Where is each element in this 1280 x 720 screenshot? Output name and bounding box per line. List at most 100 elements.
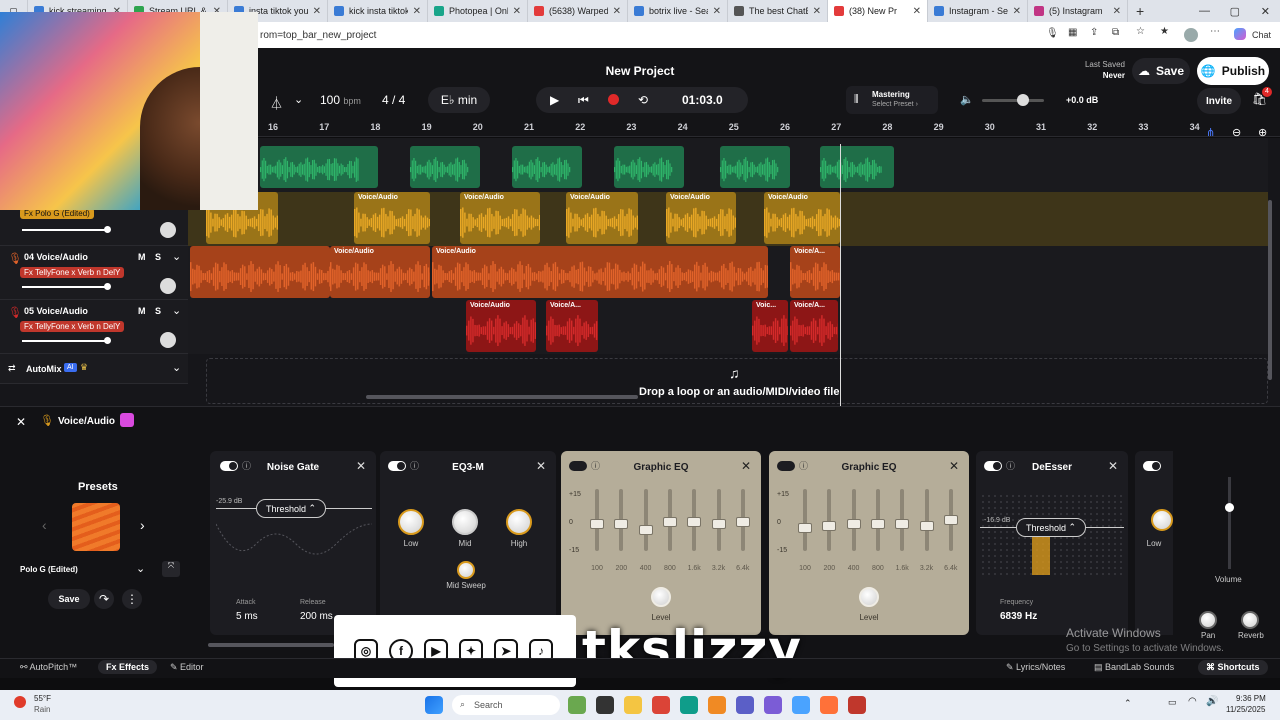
autopitch-tab[interactable]: ⚯ AutoPitch™ bbox=[20, 662, 77, 673]
audio-clip[interactable]: Voice/A... bbox=[790, 246, 840, 298]
folder-icon[interactable] bbox=[624, 696, 642, 714]
clock-time[interactable]: 9:36 PM bbox=[1236, 694, 1266, 703]
audio-clip[interactable] bbox=[720, 146, 790, 188]
bpm-field[interactable]: 100 bpm bbox=[320, 93, 361, 107]
audio-clip[interactable]: Voice/Audio bbox=[764, 192, 840, 244]
eq-band-slider[interactable] bbox=[870, 489, 885, 551]
audio-clip[interactable] bbox=[614, 146, 684, 188]
eq-band-slider[interactable] bbox=[798, 489, 812, 551]
save-preset-button[interactable]: Save bbox=[48, 589, 90, 609]
more-options-icon[interactable]: ⋮ bbox=[122, 589, 142, 609]
taskbar-search[interactable]: ⌕ Search bbox=[452, 695, 560, 715]
level-knob[interactable] bbox=[859, 587, 879, 607]
high-knob[interactable] bbox=[506, 509, 532, 535]
wifi-icon[interactable]: ◠ bbox=[1188, 696, 1197, 707]
frequency-band[interactable] bbox=[1032, 533, 1050, 575]
prev-preset-icon[interactable]: ‹ bbox=[42, 517, 47, 533]
lyrics-tab[interactable]: ✎ Lyrics/Notes bbox=[1006, 662, 1065, 673]
track-fx-tag[interactable]: Fx TellyFone x Verb n DelY bbox=[20, 267, 125, 278]
teams-icon[interactable] bbox=[736, 696, 754, 714]
record-button[interactable] bbox=[608, 94, 619, 105]
star-icon[interactable]: ☆ bbox=[1136, 26, 1145, 37]
url-field[interactable]: rom=top_bar_new_project bbox=[260, 30, 376, 41]
effects-scrollbar[interactable] bbox=[208, 643, 334, 647]
fx-bypass-icon[interactable]: ⤧ bbox=[162, 561, 180, 577]
close-window-icon[interactable]: ✕ bbox=[1261, 5, 1270, 18]
close-icon[interactable]: ✕ bbox=[949, 459, 959, 473]
attack-value[interactable]: 5 ms bbox=[236, 611, 258, 622]
effects-tab[interactable]: Fx Effects bbox=[98, 660, 158, 674]
chevron-down-icon[interactable]: ⌄ bbox=[136, 562, 145, 575]
audio-clip[interactable] bbox=[190, 246, 330, 298]
audio-clip[interactable]: Voice/Audio bbox=[330, 246, 430, 298]
app-icon[interactable] bbox=[764, 696, 782, 714]
browser-tab[interactable]: (5) Instagram ✕ bbox=[1028, 0, 1128, 22]
eq-band-slider[interactable] bbox=[895, 489, 910, 551]
preset-thumbnail[interactable] bbox=[72, 503, 120, 551]
apps-icon[interactable]: ▦ bbox=[1068, 27, 1077, 38]
weather-temp[interactable]: 55°F bbox=[34, 694, 51, 703]
mastering-button[interactable]: ⫼ Mastering Select Preset › bbox=[846, 86, 938, 114]
audio-clip[interactable]: Voice/Audio bbox=[432, 246, 768, 298]
sounds-tab[interactable]: ▤ BandLab Sounds bbox=[1094, 662, 1174, 673]
master-volume-slider[interactable] bbox=[982, 94, 1044, 106]
close-icon[interactable]: ✕ bbox=[356, 459, 366, 473]
close-panel-icon[interactable]: ✕ bbox=[16, 415, 26, 429]
firefox-icon[interactable] bbox=[820, 696, 838, 714]
file-manager-icon[interactable] bbox=[568, 696, 586, 714]
project-title[interactable]: New Project bbox=[560, 64, 720, 78]
weather-icon[interactable] bbox=[14, 696, 26, 708]
pan-knob[interactable] bbox=[1199, 611, 1217, 629]
chat-button[interactable]: Chat bbox=[1252, 30, 1271, 40]
chevron-down-icon[interactable]: ⌄ bbox=[172, 250, 181, 263]
metronome-icon[interactable]: ⏃ bbox=[270, 93, 283, 112]
track-header-4[interactable]: 🎙 05 Voice/Audio M S ⌄ Fx TellyFone x Ve… bbox=[0, 300, 188, 354]
effect-toggle[interactable] bbox=[1143, 461, 1161, 471]
maximize-icon[interactable]: ▢ bbox=[1230, 5, 1240, 18]
edge-icon[interactable] bbox=[680, 696, 698, 714]
volume-icon[interactable]: 🔊 bbox=[1206, 696, 1218, 707]
stream-app-icon[interactable] bbox=[848, 696, 866, 714]
eq-band-slider[interactable] bbox=[638, 489, 653, 551]
play-button[interactable]: ▶ bbox=[550, 93, 559, 107]
audio-clip[interactable] bbox=[260, 146, 378, 188]
vlc-icon[interactable] bbox=[708, 696, 726, 714]
eq-band-slider[interactable] bbox=[735, 489, 750, 551]
volume-fader[interactable] bbox=[1225, 477, 1234, 569]
share-icon[interactable]: ⇪ bbox=[1090, 27, 1098, 38]
eq-band-slider[interactable] bbox=[822, 489, 837, 551]
pan-knob[interactable] bbox=[160, 332, 176, 348]
start-icon[interactable] bbox=[425, 696, 443, 714]
close-icon[interactable]: ✕ bbox=[741, 459, 751, 473]
audio-clip[interactable]: Voice/A... bbox=[546, 300, 598, 352]
track-volume-slider[interactable] bbox=[22, 283, 111, 290]
next-preset-icon[interactable]: › bbox=[140, 517, 145, 533]
rewind-button[interactable]: ⏮ bbox=[578, 93, 589, 108]
browser-tab[interactable]: kick insta tiktok ✕ bbox=[328, 0, 428, 22]
threshold-control[interactable]: Threshold ⌃ bbox=[1016, 518, 1086, 537]
browser-tab[interactable]: botrix live - Sear ✕ bbox=[628, 0, 728, 22]
eq-band-slider[interactable] bbox=[687, 489, 702, 551]
browser-tab[interactable]: The best ChatBo ✕ bbox=[728, 0, 828, 22]
editor-tab[interactable]: ✎ Editor bbox=[170, 662, 204, 673]
save-button[interactable]: ☁ Save bbox=[1132, 58, 1190, 84]
clock-date[interactable]: 11/25/2025 bbox=[1226, 705, 1265, 714]
audio-clip[interactable]: Voice/Audio bbox=[466, 300, 536, 352]
mic-icon[interactable]: 🎙 bbox=[1046, 28, 1059, 39]
track-name[interactable]: 04 Voice/Audio bbox=[24, 252, 88, 262]
browser-tab[interactable]: (5638) Warped E ✕ bbox=[528, 0, 628, 22]
solo-button[interactable]: S bbox=[155, 252, 161, 262]
vertical-scrollbar[interactable] bbox=[1268, 200, 1272, 380]
eq-band-slider[interactable] bbox=[711, 489, 726, 551]
chevron-down-icon[interactable]: ⌄ bbox=[294, 93, 303, 106]
audio-clip[interactable]: Voice/Audio bbox=[566, 192, 638, 244]
chevron-down-icon[interactable]: ⌄ bbox=[172, 361, 181, 374]
audio-clip[interactable]: Voice/A... bbox=[790, 300, 838, 352]
chevron-down-icon[interactable]: ⌄ bbox=[172, 304, 181, 317]
eq-band-slider[interactable] bbox=[846, 489, 861, 551]
release-value[interactable]: 200 ms bbox=[300, 611, 333, 622]
minimize-icon[interactable]: — bbox=[1199, 5, 1210, 17]
new-tab-button[interactable]: + bbox=[1136, 3, 1144, 19]
time-signature[interactable]: 4 / 4 bbox=[382, 93, 405, 107]
cube-icon[interactable] bbox=[120, 413, 134, 427]
